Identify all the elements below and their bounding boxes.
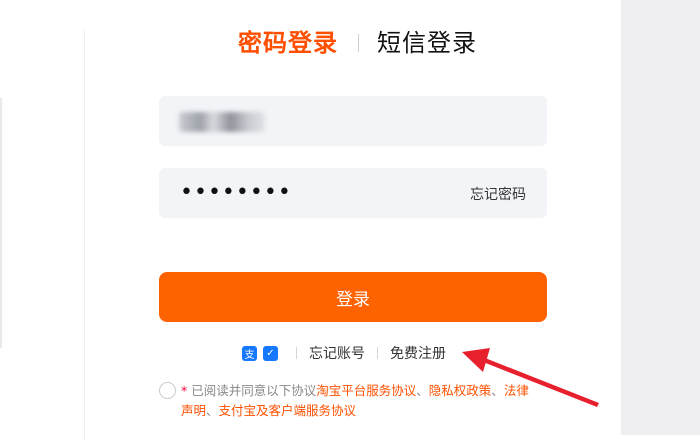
login-button-label: 登录 — [336, 289, 370, 310]
link-separator — [296, 347, 297, 359]
blurred-account-value — [179, 112, 265, 132]
agreement-separator: 、 — [491, 383, 504, 398]
dingtalk-icon[interactable]: ✓ — [263, 345, 278, 361]
agreement-separator: 、 — [206, 403, 219, 418]
password-input[interactable]: •••••••• 忘记密码 — [159, 168, 547, 218]
forgot-account-link[interactable]: 忘记账号 — [309, 343, 365, 363]
tab-password-login[interactable]: 密码登录 — [238, 28, 338, 58]
annotation-arrow-head — [462, 348, 490, 372]
link-separator — [377, 347, 378, 359]
privacy-policy-link[interactable]: 隐私权政策 — [429, 383, 492, 398]
agreement-radio[interactable] — [159, 382, 176, 399]
forgot-password-link[interactable]: 忘记密码 — [470, 184, 526, 204]
account-input[interactable] — [159, 96, 547, 146]
agreement-separator: 、 — [416, 383, 429, 398]
right-side-panel — [621, 0, 700, 435]
login-links: 支 ✓ 忘记账号 免费注册 — [242, 344, 446, 362]
tab-separator — [358, 34, 359, 52]
agreement-text: * 已阅读并同意以下协议淘宝平台服务协议、隐私权政策、法律声明、支付宝及客户端服… — [181, 381, 541, 421]
agreement-prefix: 已阅读并同意以下协议 — [191, 383, 317, 398]
password-masked-value: •••••••• — [180, 180, 292, 205]
left-panel-border — [0, 98, 2, 348]
alipay-icon[interactable]: 支 — [242, 345, 257, 361]
required-mark: * — [181, 383, 188, 398]
divider-line — [84, 30, 85, 440]
free-register-link[interactable]: 免费注册 — [390, 343, 446, 363]
login-button[interactable]: 登录 — [159, 272, 547, 322]
login-tabs: 密码登录 短信登录 — [238, 26, 477, 60]
taobao-service-agreement-link[interactable]: 淘宝平台服务协议 — [316, 383, 416, 398]
tab-sms-login[interactable]: 短信登录 — [377, 28, 477, 58]
alipay-client-agreement-link[interactable]: 支付宝及客户端服务协议 — [219, 403, 357, 418]
